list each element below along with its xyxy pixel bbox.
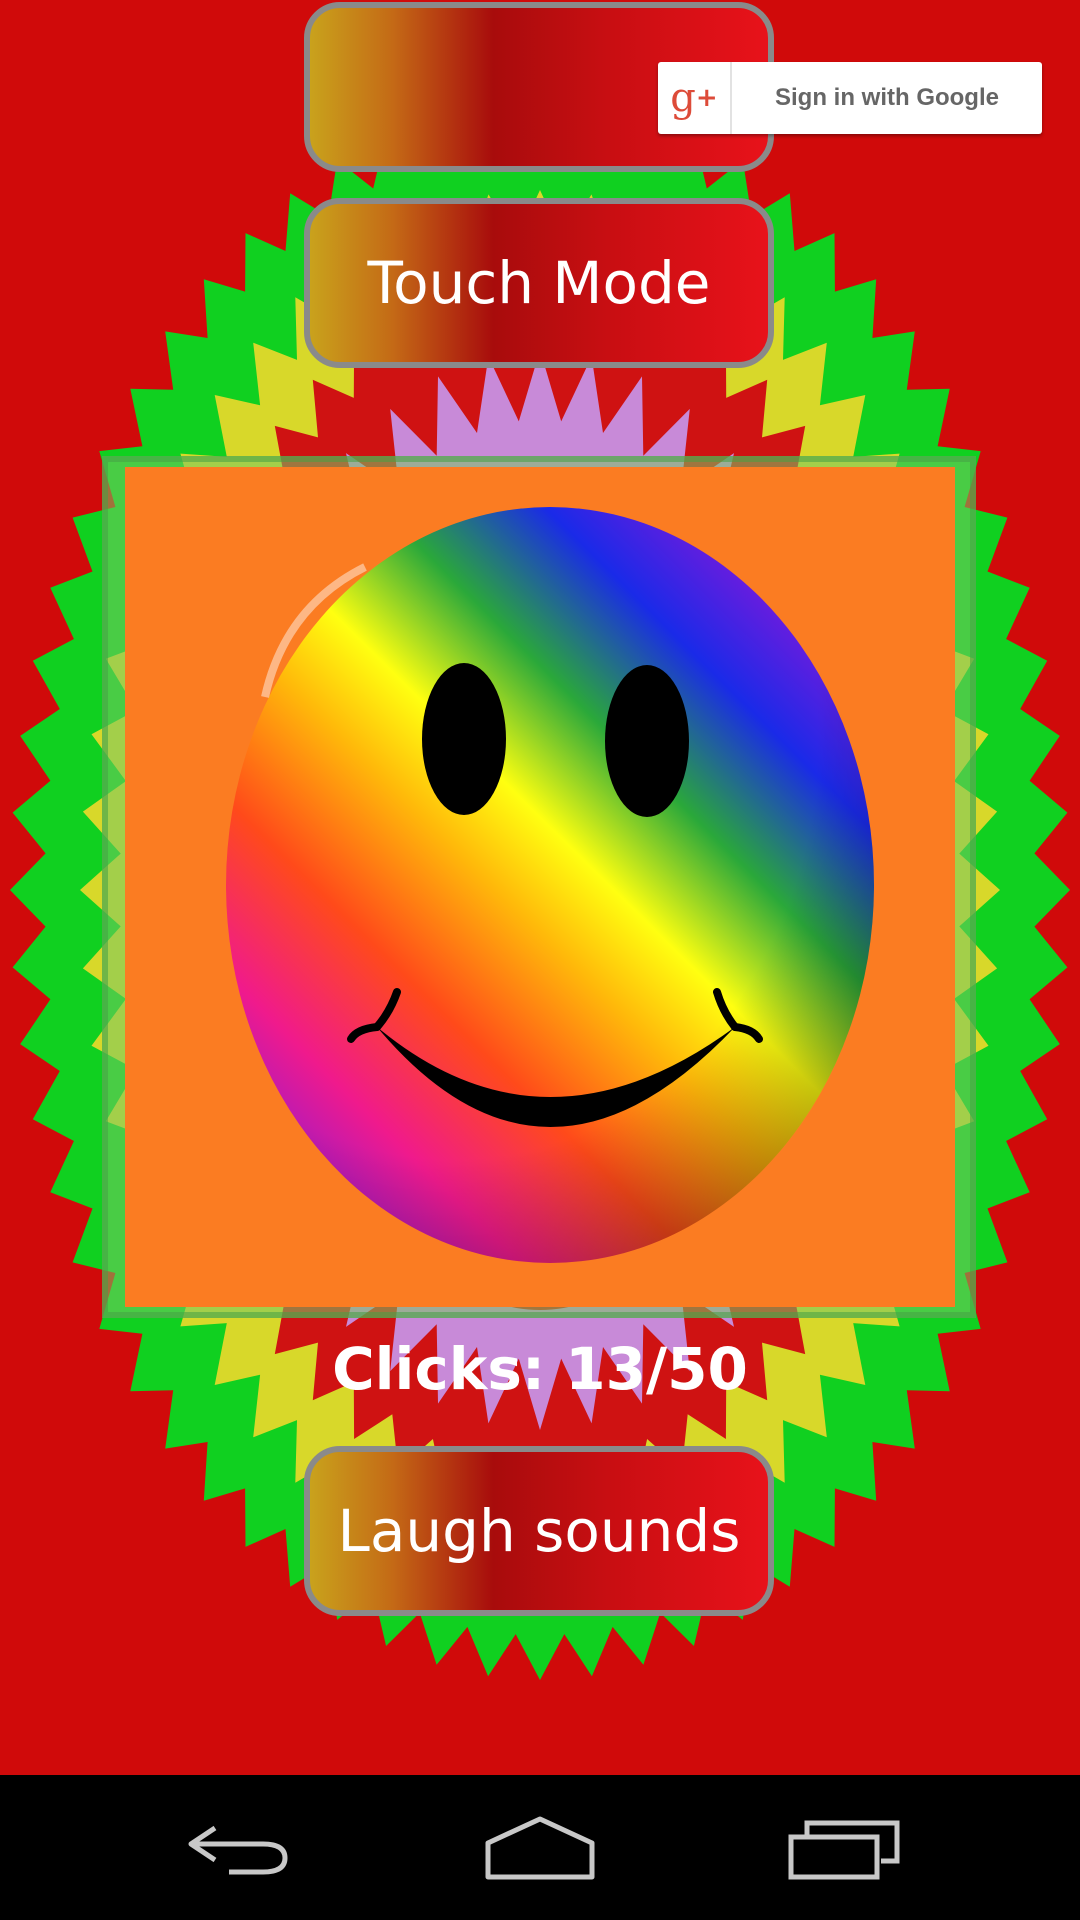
recent-apps-icon <box>788 1820 900 1879</box>
home-button[interactable] <box>470 1795 610 1900</box>
recent-apps-button[interactable] <box>775 1795 915 1900</box>
smiley-tap-area[interactable] <box>125 467 955 1307</box>
google-signin-label: Sign in with Google <box>775 84 999 111</box>
touch-mode-label: Touch Mode <box>367 249 711 317</box>
back-icon <box>188 1825 288 1874</box>
left-eye <box>422 663 506 815</box>
laugh-sounds-label: Laugh sounds <box>337 1497 741 1565</box>
app-screen: g + Sign in with Google Touch Mode Click… <box>0 0 1080 1920</box>
google-signin-container: g + Sign in with Google <box>304 2 1042 172</box>
rainbow-smiley-face <box>226 507 874 1263</box>
back-button[interactable] <box>170 1795 310 1900</box>
touch-mode-button[interactable]: Touch Mode <box>304 198 774 368</box>
clicks-counter: Clicks: 13/50 <box>332 1335 748 1403</box>
laugh-sounds-button[interactable]: Laugh sounds <box>304 1446 774 1616</box>
right-eye <box>605 665 689 817</box>
google-plus-icon: g + <box>658 62 732 134</box>
system-navigation-bar <box>0 1775 1080 1920</box>
home-icon <box>485 1816 595 1879</box>
google-signin-button[interactable]: g + Sign in with Google <box>658 62 1042 134</box>
